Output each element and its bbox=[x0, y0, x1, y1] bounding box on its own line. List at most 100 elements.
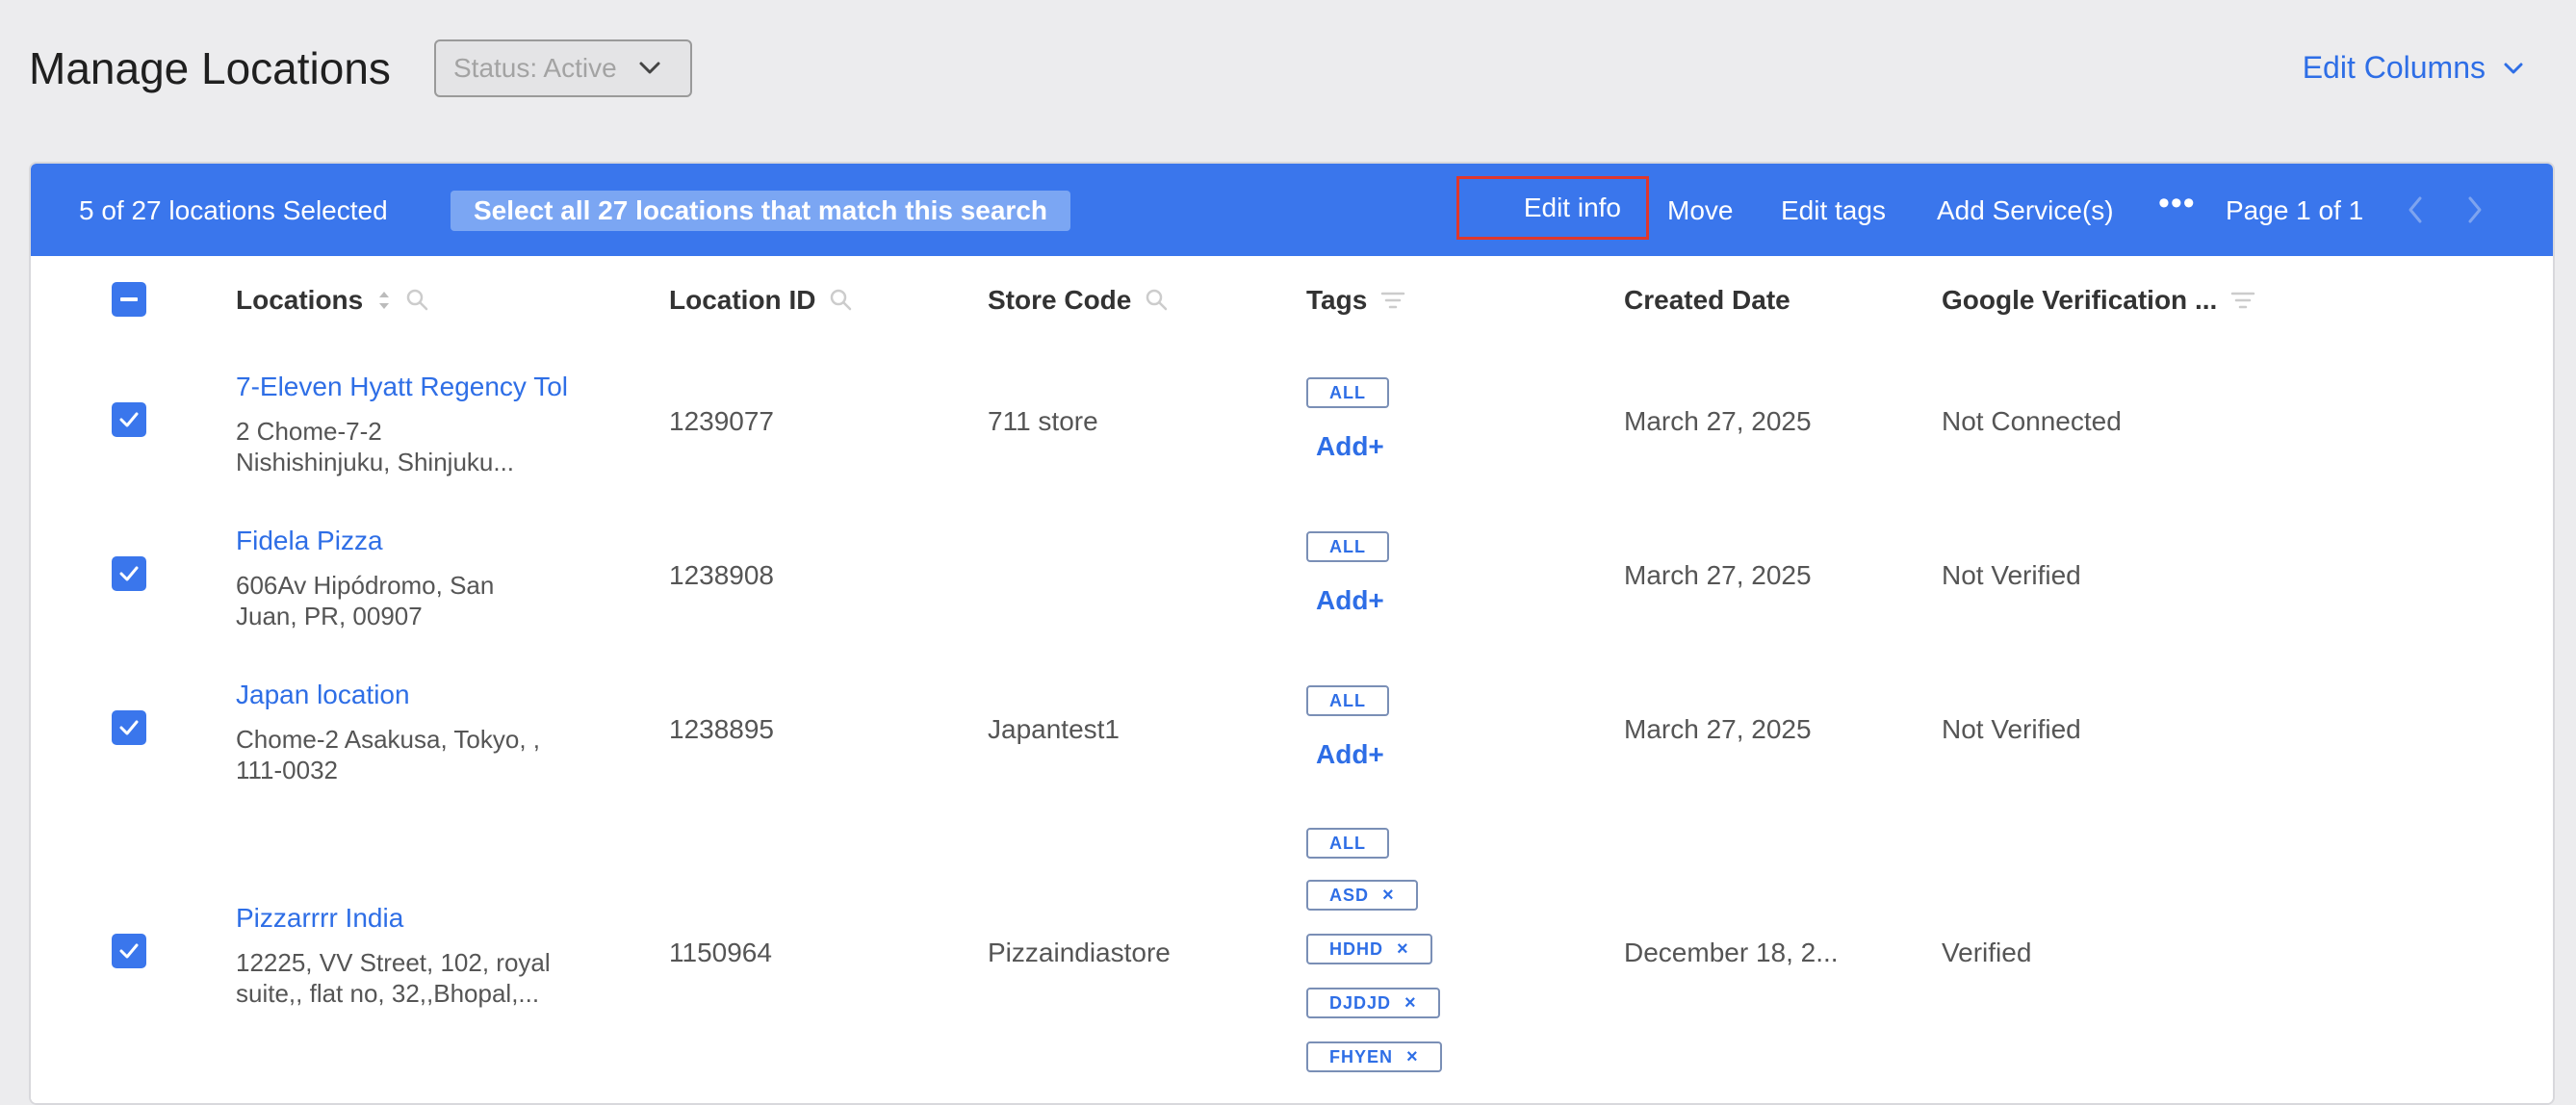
page-title: Manage Locations bbox=[29, 43, 391, 93]
status-filter-select[interactable]: Status: Active bbox=[434, 39, 692, 97]
selected-count: 5 of 27 locations Selected bbox=[79, 195, 388, 225]
locations-panel: 5 of 27 locations Selected Select all 27… bbox=[29, 162, 2555, 1105]
more-actions-button[interactable]: ••• bbox=[2158, 185, 2196, 222]
search-icon[interactable] bbox=[405, 288, 430, 313]
address-line: 606Av Hipódromo, San bbox=[236, 571, 495, 600]
location-id: 1239077 bbox=[669, 406, 775, 436]
column-created-date[interactable]: Created Date bbox=[1624, 285, 1790, 316]
location-address: 2 Chome-7-2 Nishishinjuku, Shinjuku... bbox=[236, 416, 592, 477]
location-name-link[interactable]: Pizzarrrr India bbox=[236, 903, 403, 934]
checkmark-icon bbox=[119, 566, 139, 581]
location-id: 1150964 bbox=[669, 938, 772, 967]
column-google-verification[interactable]: Google Verification ... bbox=[1942, 285, 2255, 316]
table-row[interactable]: Fidela Pizza 606Av Hipódromo, San Juan, … bbox=[31, 497, 2553, 653]
address-line: 2 Chome-7-2 bbox=[236, 417, 382, 446]
add-tag-link[interactable]: Add+ bbox=[1316, 739, 1384, 770]
tag-chip: ASD × bbox=[1306, 880, 1418, 911]
remove-tag-icon[interactable]: × bbox=[1404, 992, 1417, 1015]
remove-tag-icon[interactable]: × bbox=[1406, 1046, 1419, 1068]
tag-chip: ALL bbox=[1306, 828, 1389, 859]
store-code: Pizzaindiastore bbox=[988, 938, 1171, 967]
column-created-date-label: Created Date bbox=[1624, 285, 1790, 315]
column-store-code[interactable]: Store Code bbox=[988, 285, 1170, 316]
select-all-matching-button[interactable]: Select all 27 locations that match this … bbox=[451, 191, 1070, 231]
remove-tag-icon[interactable]: × bbox=[1382, 885, 1395, 907]
table-header: Locations Location ID Store Code Tags Cr… bbox=[31, 256, 2553, 345]
tag-chip: HDHD × bbox=[1306, 934, 1432, 964]
tag-chip: FHYEN × bbox=[1306, 1041, 1442, 1072]
move-button[interactable]: Move bbox=[1667, 195, 1733, 226]
tag-label: ALL bbox=[1329, 690, 1366, 710]
table-row[interactable]: 7-Eleven Hyatt Regency Tol 2 Chome-7-2 N… bbox=[31, 343, 2553, 499]
edit-tags-button[interactable]: Edit tags bbox=[1781, 195, 1886, 226]
tag-chip: DJDJD × bbox=[1306, 988, 1440, 1018]
address-line: Chome-2 Asakusa, Tokyo, , bbox=[236, 725, 541, 754]
verification-status: Not Verified bbox=[1942, 714, 2081, 744]
row-checkbox[interactable] bbox=[112, 402, 146, 437]
column-locations[interactable]: Locations bbox=[236, 285, 430, 316]
location-address: Chome-2 Asakusa, Tokyo, , 111-0032 bbox=[236, 724, 592, 785]
tag-chip: ALL bbox=[1306, 531, 1389, 562]
address-line: Juan, PR, 00907 bbox=[236, 602, 423, 630]
remove-tag-icon[interactable]: × bbox=[1397, 938, 1409, 961]
location-id: 1238895 bbox=[669, 714, 775, 744]
column-location-id-label: Location ID bbox=[669, 285, 816, 315]
add-tag-link[interactable]: Add+ bbox=[1316, 585, 1384, 616]
checkmark-icon bbox=[119, 720, 139, 735]
tag-label: FHYEN bbox=[1329, 1046, 1394, 1066]
store-code: Japantest1 bbox=[988, 714, 1120, 744]
tag-chip: ALL bbox=[1306, 685, 1389, 716]
checkmark-icon bbox=[119, 412, 139, 427]
edit-info-highlight: Edit info bbox=[1456, 176, 1649, 240]
row-checkbox[interactable] bbox=[112, 710, 146, 745]
minus-icon bbox=[120, 297, 138, 301]
top-bar: Manage Locations Status: Active Edit Col… bbox=[0, 0, 2576, 164]
tag-label: ALL bbox=[1329, 382, 1366, 402]
tag-chip: ALL bbox=[1306, 377, 1389, 408]
column-locations-label: Locations bbox=[236, 285, 364, 315]
column-location-id[interactable]: Location ID bbox=[669, 285, 854, 316]
table-row[interactable]: Japan location Chome-2 Asakusa, Tokyo, ,… bbox=[31, 651, 2553, 807]
edit-columns-button[interactable]: Edit Columns bbox=[2303, 50, 2524, 86]
location-name-link[interactable]: Japan location bbox=[236, 680, 410, 710]
chevron-left-icon[interactable] bbox=[2405, 193, 2426, 227]
chevron-right-icon[interactable] bbox=[2464, 193, 2486, 227]
search-icon[interactable] bbox=[829, 288, 854, 313]
store-code: 711 store bbox=[988, 406, 1098, 436]
location-address: 606Av Hipódromo, San Juan, PR, 00907 bbox=[236, 570, 592, 631]
select-all-checkbox[interactable] bbox=[112, 282, 146, 317]
edit-columns-label: Edit Columns bbox=[2302, 50, 2486, 85]
created-date: March 27, 2025 bbox=[1624, 714, 1812, 744]
location-id: 1238908 bbox=[669, 560, 775, 590]
address-line: Nishishinjuku, Shinjuku... bbox=[236, 448, 515, 476]
tag-label: ASD bbox=[1329, 885, 1370, 905]
checkmark-icon bbox=[119, 943, 139, 959]
search-icon[interactable] bbox=[1145, 288, 1170, 313]
status-filter-label: Status: Active bbox=[453, 53, 617, 83]
add-tag-link[interactable]: Add+ bbox=[1316, 431, 1384, 462]
tag-label: HDHD bbox=[1329, 938, 1383, 959]
verification-status: Verified bbox=[1942, 938, 2032, 967]
edit-info-button[interactable]: Edit info bbox=[1524, 193, 1621, 223]
address-line: 111-0032 bbox=[236, 756, 339, 784]
add-services-button[interactable]: Add Service(s) bbox=[1937, 195, 2114, 226]
filter-icon[interactable] bbox=[2230, 290, 2255, 311]
sort-icon[interactable] bbox=[376, 287, 392, 314]
filter-icon[interactable] bbox=[1380, 290, 1405, 311]
created-date: December 18, 2... bbox=[1624, 938, 1839, 967]
table-row[interactable]: Pizzarrrr India 12225, VV Street, 102, r… bbox=[31, 805, 2553, 1103]
column-tags[interactable]: Tags bbox=[1306, 285, 1405, 316]
verification-status: Not Connected bbox=[1942, 406, 2122, 436]
row-checkbox[interactable] bbox=[112, 934, 146, 968]
created-date: March 27, 2025 bbox=[1624, 406, 1812, 436]
column-tags-label: Tags bbox=[1306, 285, 1368, 315]
location-address: 12225, VV Street, 102, royal suite,, fla… bbox=[236, 947, 592, 1009]
location-name-link[interactable]: 7-Eleven Hyatt Regency Tol bbox=[236, 372, 568, 402]
verification-status: Not Verified bbox=[1942, 560, 2081, 590]
location-name-link[interactable]: Fidela Pizza bbox=[236, 526, 383, 556]
row-checkbox[interactable] bbox=[112, 556, 146, 591]
tag-label: ALL bbox=[1329, 833, 1366, 853]
page-indicator: Page 1 of 1 bbox=[2226, 195, 2364, 225]
chevron-down-icon bbox=[2504, 63, 2523, 73]
column-store-code-label: Store Code bbox=[988, 285, 1132, 315]
